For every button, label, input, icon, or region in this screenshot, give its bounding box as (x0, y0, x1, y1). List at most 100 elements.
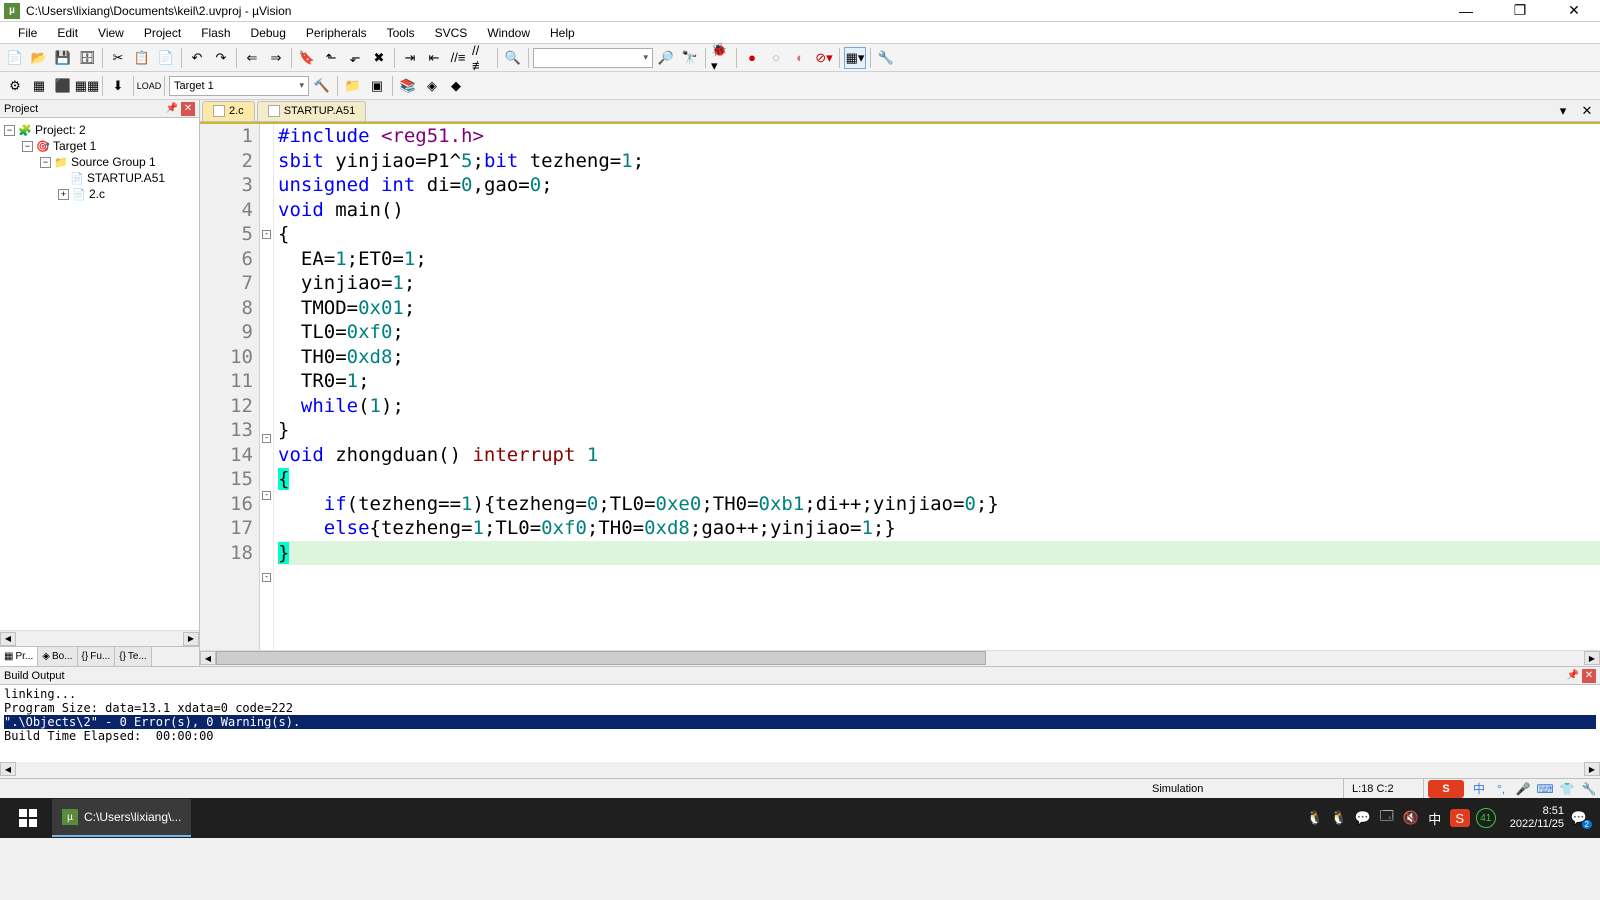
ime-lang-icon[interactable]: 中 (1471, 781, 1487, 797)
scroll-right-icon[interactable]: ▶ (183, 632, 199, 646)
scroll-right-icon[interactable]: ▶ (1584, 651, 1600, 665)
rebuild-button[interactable]: ⬛ (52, 75, 74, 97)
tray-clock[interactable]: 8:51 2022/11/25 (1510, 805, 1564, 831)
start-button[interactable] (4, 799, 52, 837)
find-button[interactable]: 🔍 (502, 47, 524, 69)
scroll-left-icon[interactable]: ◀ (0, 762, 16, 776)
save-button[interactable]: 💾 (52, 47, 74, 69)
indent-button[interactable]: ⇥ (399, 47, 421, 69)
menu-peripherals[interactable]: Peripherals (296, 24, 377, 42)
help-button[interactable]: ◈ (421, 75, 443, 97)
new-button[interactable]: 📄 (4, 47, 26, 69)
target-combo[interactable]: Target 1 (169, 76, 309, 96)
stop-build-button[interactable]: ⬇ (107, 75, 129, 97)
window-button[interactable]: ▦▾ (844, 47, 866, 69)
download-button[interactable]: LOAD (138, 75, 160, 97)
project-panel-tab[interactable]: {}Te... (115, 647, 152, 666)
build-hscroll[interactable]: ◀ ▶ (0, 762, 1600, 778)
tray-icon[interactable]: 💬 (1354, 809, 1372, 827)
uncomment-button[interactable]: //≢ (471, 47, 493, 69)
undo-button[interactable]: ↶ (186, 47, 208, 69)
breakpoint-enable-button[interactable]: ○ (765, 47, 787, 69)
outdent-button[interactable]: ⇤ (423, 47, 445, 69)
tray-icon[interactable]: 🗔 (1378, 809, 1396, 827)
bookmark-next-button[interactable]: ⬐ (344, 47, 366, 69)
menu-project[interactable]: Project (134, 24, 191, 42)
tray-status-icon[interactable]: 41 (1476, 808, 1496, 828)
menu-edit[interactable]: Edit (47, 24, 88, 42)
ime-punct-icon[interactable]: °, (1493, 781, 1509, 797)
menu-window[interactable]: Window (477, 24, 540, 42)
books-button[interactable]: 📚 (397, 75, 419, 97)
tree-group[interactable]: − 📁 Source Group 1 (0, 154, 199, 170)
menu-svcs[interactable]: SVCS (425, 24, 478, 42)
tree-file[interactable]: + 📄 2.c (0, 186, 199, 202)
tree-target[interactable]: − 🎯 Target 1 (0, 138, 199, 154)
project-panel-tab[interactable]: ▦Pr... (0, 647, 38, 666)
tray-icon[interactable]: 🐧 (1306, 809, 1324, 827)
scroll-thumb[interactable] (216, 651, 986, 665)
editor-tabs-close[interactable]: ✕ (1576, 100, 1598, 122)
ime-skin-icon[interactable]: 👕 (1559, 781, 1575, 797)
tree-toggle-icon[interactable]: − (22, 141, 33, 152)
menu-file[interactable]: File (8, 24, 47, 42)
close-button[interactable]: ✕ (1556, 1, 1592, 21)
project-pin-button[interactable]: 📌 (165, 102, 179, 116)
build-button[interactable]: ▦ (28, 75, 50, 97)
ime-keyboard-icon[interactable]: ⌨ (1537, 781, 1553, 797)
menu-flash[interactable]: Flash (191, 24, 240, 42)
tree-file[interactable]: 📄 STARTUP.A51 (0, 170, 199, 186)
find-combo[interactable] (533, 48, 653, 68)
find-in-files-button[interactable]: 🔎 (655, 47, 677, 69)
tree-toggle-icon[interactable]: − (40, 157, 51, 168)
tray-ime-icon[interactable]: S (1450, 809, 1470, 827)
menu-tools[interactable]: Tools (377, 24, 425, 42)
saveall-button[interactable]: 🗄 (76, 47, 98, 69)
translate-button[interactable]: ⚙ (4, 75, 26, 97)
nav-back-button[interactable]: ⇐ (241, 47, 263, 69)
redo-button[interactable]: ↷ (210, 47, 232, 69)
cut-button[interactable]: ✂ (107, 47, 129, 69)
nav-fwd-button[interactable]: ⇒ (265, 47, 287, 69)
tray-icon[interactable]: 🐧 (1330, 809, 1348, 827)
breakpoint-insert-button[interactable]: ● (741, 47, 763, 69)
build-close-button[interactable]: ✕ (1582, 669, 1596, 683)
bookmark-clear-button[interactable]: ✖ (368, 47, 390, 69)
batch-build-button[interactable]: ▦▦ (76, 75, 98, 97)
incremental-find-button[interactable]: 🔭 (679, 47, 701, 69)
project-panel-tab[interactable]: {}Fu... (78, 647, 116, 666)
copy-button[interactable]: 📋 (131, 47, 153, 69)
build-pin-button[interactable]: 📌 (1566, 669, 1580, 683)
breakpoint-killall-button[interactable]: ⊘▾ (813, 47, 835, 69)
target-options-button[interactable]: 🔨 (311, 75, 333, 97)
taskbar-app[interactable]: µ C:\Users\lixiang\... (52, 799, 191, 837)
menu-debug[interactable]: Debug (241, 24, 296, 42)
tray-notifications-icon[interactable]: 💬2 (1570, 809, 1588, 827)
ime-indicator[interactable]: S (1428, 780, 1464, 798)
tray-lang-icon[interactable]: 中 (1426, 809, 1444, 827)
scroll-right-icon[interactable]: ▶ (1584, 762, 1600, 776)
bookmark-button[interactable]: 🔖 (296, 47, 318, 69)
tree-toggle-icon[interactable]: + (58, 189, 69, 200)
project-panel-tab[interactable]: ◈Bo... (38, 647, 77, 666)
menu-view[interactable]: View (88, 24, 134, 42)
project-close-button[interactable]: ✕ (181, 102, 195, 116)
bookmark-prev-button[interactable]: ⬑ (320, 47, 342, 69)
paste-button[interactable]: 📄 (155, 47, 177, 69)
manage-button[interactable]: ▣ (366, 75, 388, 97)
menu-help[interactable]: Help (540, 24, 585, 42)
breakpoint-disable-button[interactable]: ◐ (789, 47, 811, 69)
ime-mic-icon[interactable]: 🎤 (1515, 781, 1531, 797)
editor-tab[interactable]: STARTUP.A51 (257, 101, 367, 121)
tree-project-root[interactable]: − 🧩 Project: 2 (0, 122, 199, 138)
pack-button[interactable]: ◆ (445, 75, 467, 97)
editor-tab-active[interactable]: 2.c (202, 101, 255, 121)
file-ext-button[interactable]: 📁 (342, 75, 364, 97)
maximize-button[interactable]: ❐ (1502, 1, 1538, 21)
tray-volume-icon[interactable]: 🔇 (1402, 809, 1420, 827)
tree-toggle-icon[interactable]: − (4, 125, 15, 136)
minimize-button[interactable]: — (1448, 1, 1484, 21)
code-editor[interactable]: 123456789101112131415161718 ---- #includ… (200, 122, 1600, 650)
editor-hscroll[interactable]: ◀ ▶ (200, 650, 1600, 666)
ime-tool-icon[interactable]: 🔧 (1581, 781, 1597, 797)
